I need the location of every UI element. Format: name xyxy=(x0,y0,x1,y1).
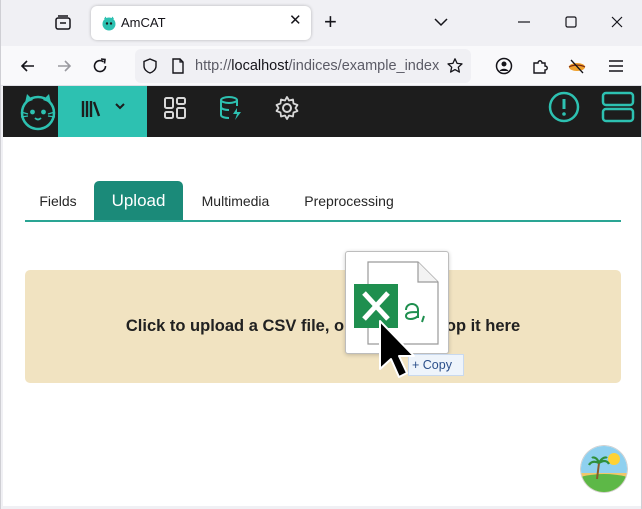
upload-text-end: op it here xyxy=(445,317,521,335)
tab-upload[interactable]: Upload xyxy=(94,181,183,220)
star-icon[interactable] xyxy=(446,57,464,75)
assistant-avatar-icon[interactable] xyxy=(580,445,628,493)
window-close-icon[interactable] xyxy=(609,14,625,30)
page-icon[interactable] xyxy=(169,57,187,75)
address-bar[interactable]: http://localhost/indices/example_index/ xyxy=(135,49,471,83)
upload-text-start: Click to upload a CSV file, or xyxy=(125,317,351,335)
puzzle-icon[interactable] xyxy=(530,56,550,76)
app-content: Fields Upload Multimedia Preprocessing C… xyxy=(3,86,641,506)
minimize-icon[interactable] xyxy=(516,14,532,30)
amcat-logo-icon[interactable] xyxy=(15,88,61,134)
dashboard-icon[interactable] xyxy=(162,95,188,121)
tab-preprocessing[interactable]: Preprocessing xyxy=(295,181,403,220)
url-path: /indices/example_index/ xyxy=(288,58,439,74)
close-icon[interactable]: ✕ xyxy=(289,13,303,28)
url-prefix: http:// xyxy=(195,58,232,74)
browser-tab[interactable]: AmCAT ✕ xyxy=(91,6,311,40)
upload-dropzone[interactable]: Click to upload a CSV file, or drag and … xyxy=(25,270,621,383)
nav-library-menu[interactable] xyxy=(58,86,147,137)
tab-strip: AmCAT ✕ + xyxy=(1,0,642,46)
chevron-down-icon xyxy=(115,103,125,110)
plus-icon[interactable]: + xyxy=(324,11,344,33)
server-icon[interactable] xyxy=(600,90,636,124)
upload-instructions: Click to upload a CSV file, or drag and … xyxy=(25,317,621,336)
mouse-cursor-icon xyxy=(379,320,415,378)
chevron-down-icon[interactable] xyxy=(433,14,449,30)
maximize-icon[interactable] xyxy=(563,14,579,30)
database-bolt-icon[interactable] xyxy=(218,95,244,121)
alert-icon[interactable] xyxy=(547,90,581,124)
app-top-nav xyxy=(3,86,641,137)
gear-icon[interactable] xyxy=(274,95,300,121)
tab-fields[interactable]: Fields xyxy=(25,181,91,220)
forward-arrow-icon[interactable] xyxy=(54,56,74,76)
account-icon[interactable] xyxy=(494,56,514,76)
amcat-favicon-icon xyxy=(102,16,116,31)
extension-lips-icon[interactable] xyxy=(567,56,587,76)
reload-icon[interactable] xyxy=(90,56,110,76)
url-text[interactable]: http://localhost/indices/example_index/ xyxy=(195,58,439,74)
hamburger-icon[interactable] xyxy=(606,56,626,76)
library-icon xyxy=(81,101,101,117)
tab-title: AmCAT xyxy=(121,15,166,30)
tab-list-icon[interactable] xyxy=(53,13,73,33)
navigation-toolbar: http://localhost/indices/example_index/ xyxy=(1,46,642,86)
tracking-protection-icon[interactable] xyxy=(141,57,159,75)
url-host: localhost xyxy=(231,58,289,74)
index-tabs: Fields Upload Multimedia Preprocessing xyxy=(25,181,621,222)
tab-multimedia[interactable]: Multimedia xyxy=(189,181,282,220)
back-arrow-icon[interactable] xyxy=(18,56,38,76)
browser-window: AmCAT ✕ + http://localhost/indices/examp… xyxy=(0,0,642,509)
